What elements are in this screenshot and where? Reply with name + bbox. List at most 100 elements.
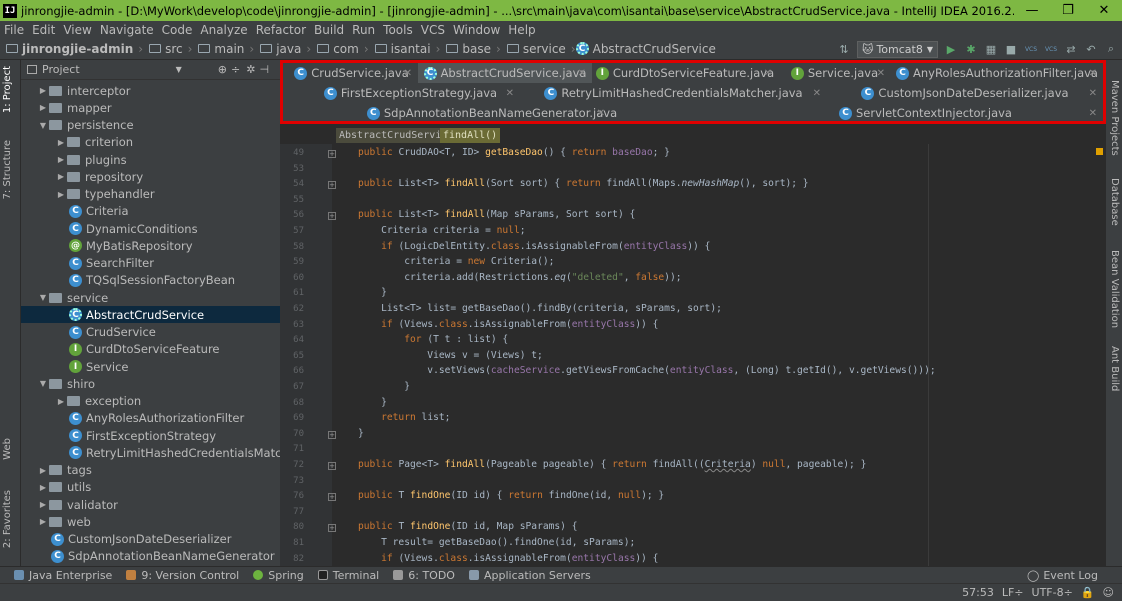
tree-item-interceptor[interactable]: ▶ interceptor bbox=[21, 82, 280, 99]
menu-item-window[interactable]: Window bbox=[449, 23, 504, 37]
todo-tab[interactable]: 6: TODO bbox=[393, 569, 455, 582]
fold-marker-icon[interactable]: + bbox=[328, 493, 336, 502]
collapse-icon[interactable]: ÷ bbox=[231, 63, 240, 76]
database-tab[interactable]: Database bbox=[1109, 178, 1120, 226]
coverage-icon[interactable]: ▦ bbox=[984, 42, 998, 56]
editor-tab-crudservice[interactable]: C CrudService.java ✕ bbox=[285, 63, 418, 83]
collapsed-arrow-icon[interactable]: ▶ bbox=[37, 483, 49, 492]
menu-item-help[interactable]: Help bbox=[504, 23, 539, 37]
tree-item-anyrolesauthorizationfilter[interactable]: C AnyRolesAuthorizationFilter bbox=[21, 410, 280, 427]
breadcrumb-com[interactable]: com › bbox=[311, 42, 369, 56]
debug-icon[interactable]: ✱ bbox=[964, 42, 978, 56]
close-tab-icon[interactable]: ✕ bbox=[1089, 108, 1097, 119]
build-icon[interactable]: ⇅ bbox=[837, 42, 851, 56]
fold-marker-icon[interactable]: + bbox=[328, 181, 336, 190]
menu-item-view[interactable]: View bbox=[59, 23, 95, 37]
web-tool-tab[interactable]: Web bbox=[2, 438, 13, 460]
menu-item-refactor[interactable]: Refactor bbox=[252, 23, 310, 37]
editor-tab-servletcontextinjector[interactable]: C ServletContextInjector.java ✕ bbox=[748, 103, 1103, 123]
close-tab-icon[interactable]: ✕ bbox=[578, 68, 586, 79]
spring-tab[interactable]: Spring bbox=[253, 569, 304, 582]
favorites-tool-tab[interactable]: 2: Favorites bbox=[2, 490, 13, 548]
menu-item-file[interactable]: File bbox=[0, 23, 28, 37]
structure-tool-tab[interactable]: 7: Structure bbox=[2, 140, 13, 199]
revert-icon[interactable]: ↶ bbox=[1084, 42, 1098, 56]
menu-item-vcs[interactable]: VCS bbox=[417, 23, 449, 37]
editor-breadcrumb-method[interactable]: findAll() bbox=[440, 128, 501, 143]
application-servers-tab[interactable]: Application Servers bbox=[468, 569, 591, 582]
run-config-select[interactable]: 🐱 Tomcat8 ▼ bbox=[856, 40, 938, 58]
breadcrumb-java[interactable]: java › bbox=[254, 42, 311, 56]
menu-item-edit[interactable]: Edit bbox=[28, 23, 59, 37]
tree-item-service[interactable]: ▼ service bbox=[21, 289, 280, 306]
caret-position[interactable]: 57:53 bbox=[962, 586, 994, 599]
menu-item-run[interactable]: Run bbox=[348, 23, 379, 37]
editor-tab-service[interactable]: I Service.java ✕ bbox=[778, 63, 891, 83]
editor-tab-customjsondatedeserializer[interactable]: C CustomJsonDateDeserializer.java ✕ bbox=[827, 83, 1103, 103]
breadcrumb-src[interactable]: src › bbox=[143, 42, 192, 56]
project-tool-tab[interactable]: 1: Project bbox=[2, 66, 13, 113]
close-tab-icon[interactable]: ✕ bbox=[1089, 88, 1097, 99]
tree-item-abstractcrudservice[interactable]: C AbstractCrudService bbox=[21, 306, 280, 324]
menu-item-analyze[interactable]: Analyze bbox=[196, 23, 251, 37]
tree-item-firstexceptionstrategy[interactable]: C FirstExceptionStrategy bbox=[21, 427, 280, 444]
tree-item-persistence[interactable]: ▼ persistence bbox=[21, 117, 280, 134]
tree-item-web[interactable]: ▶ web bbox=[21, 513, 280, 530]
collapsed-arrow-icon[interactable]: ▶ bbox=[55, 190, 67, 199]
collapsed-arrow-icon[interactable]: ▶ bbox=[37, 103, 49, 112]
tree-item-plugins[interactable]: ▶ plugins bbox=[21, 151, 280, 168]
tree-item-tqsqlsessionfactorybean[interactable]: C TQSqlSessionFactoryBean bbox=[21, 272, 280, 289]
expanded-arrow-icon[interactable]: ▼ bbox=[37, 293, 49, 302]
tree-item-tags[interactable]: ▶ tags bbox=[21, 462, 280, 479]
ant-build-tab[interactable]: Ant Build bbox=[1109, 346, 1120, 391]
tree-item-utils[interactable]: ▶ utils bbox=[21, 479, 280, 496]
tree-item-mapper[interactable]: ▶ mapper bbox=[21, 99, 280, 116]
fold-marker-icon[interactable]: + bbox=[328, 212, 336, 221]
tree-item-criteria[interactable]: C Criteria bbox=[21, 203, 280, 220]
tree-item-curddtoservicefeature[interactable]: I CurdDtoServiceFeature bbox=[21, 341, 280, 358]
close-tab-icon[interactable]: ✕ bbox=[877, 68, 885, 79]
menu-item-code[interactable]: Code bbox=[158, 23, 197, 37]
editor-breadcrumb-class[interactable]: AbstractCrudService bbox=[336, 128, 457, 143]
bean-validation-tab[interactable]: Bean Validation bbox=[1109, 250, 1120, 328]
search-everywhere-icon[interactable]: ⌕ bbox=[1104, 42, 1118, 56]
breadcrumb-abstractcrudservice[interactable]: C AbstractCrudService bbox=[575, 42, 716, 56]
tree-item-retrylimithashedcredentialsmatcher[interactable]: C RetryLimitHashedCredentialsMatcher bbox=[21, 444, 280, 461]
file-encoding[interactable]: UTF-8÷ bbox=[1032, 586, 1073, 599]
collapsed-arrow-icon[interactable]: ▶ bbox=[37, 517, 49, 526]
tree-item-crudservice[interactable]: C CrudService bbox=[21, 324, 280, 341]
project-panel-title[interactable]: Project bbox=[42, 63, 80, 76]
close-tab-icon[interactable]: ✕ bbox=[404, 68, 412, 79]
collapsed-arrow-icon[interactable]: ▶ bbox=[55, 397, 67, 406]
warning-marker-icon[interactable] bbox=[1096, 148, 1103, 155]
close-button[interactable]: ✕ bbox=[1086, 0, 1122, 21]
breadcrumb-main[interactable]: main › bbox=[192, 42, 254, 56]
lock-icon[interactable]: 🔒 bbox=[1081, 586, 1095, 599]
tree-item-service[interactable]: I Service bbox=[21, 358, 280, 375]
expanded-arrow-icon[interactable]: ▼ bbox=[37, 379, 49, 388]
collapsed-arrow-icon[interactable]: ▶ bbox=[55, 138, 67, 147]
close-tab-icon[interactable]: ✕ bbox=[506, 88, 514, 99]
menu-item-navigate[interactable]: Navigate bbox=[96, 23, 158, 37]
collapsed-arrow-icon[interactable]: ▶ bbox=[55, 172, 67, 181]
editor-tab-curddtoservicefeature[interactable]: I CurdDtoServiceFeature.java ✕ bbox=[592, 63, 778, 83]
sync-icon[interactable]: ⊕ bbox=[218, 63, 227, 76]
chevron-down-icon[interactable]: ▼ bbox=[176, 65, 182, 74]
terminal-tab[interactable]: Terminal bbox=[317, 569, 379, 582]
tree-item-exception[interactable]: ▶ exception bbox=[21, 393, 280, 410]
tree-item-typehandler[interactable]: ▶ typehandler bbox=[21, 186, 280, 203]
tree-item-customjsondatedeserializer[interactable]: C CustomJsonDateDeserializer bbox=[21, 531, 280, 548]
editor-tab-abstractcrudservice[interactable]: C AbstractCrudService.java ✕ bbox=[418, 63, 592, 83]
stop-icon[interactable]: ■ bbox=[1004, 42, 1018, 56]
breadcrumb-base[interactable]: base › bbox=[440, 42, 501, 56]
vcs-commit-icon[interactable]: VCS bbox=[1044, 42, 1058, 56]
hide-icon[interactable]: ⊣ bbox=[259, 63, 269, 76]
fold-marker-icon[interactable]: + bbox=[328, 462, 336, 470]
close-tab-icon[interactable]: ✕ bbox=[813, 88, 821, 99]
inspector-icon[interactable]: ☺ bbox=[1103, 586, 1114, 599]
collapsed-arrow-icon[interactable]: ▶ bbox=[55, 155, 67, 164]
menu-item-build[interactable]: Build bbox=[310, 23, 348, 37]
vcs-compare-icon[interactable]: ⇄ bbox=[1064, 42, 1078, 56]
tree-item-sdpannotationbeannamegenerator[interactable]: C SdpAnnotationBeanNameGenerator bbox=[21, 548, 280, 565]
version-control-tab[interactable]: 9: Version Control bbox=[126, 569, 239, 582]
